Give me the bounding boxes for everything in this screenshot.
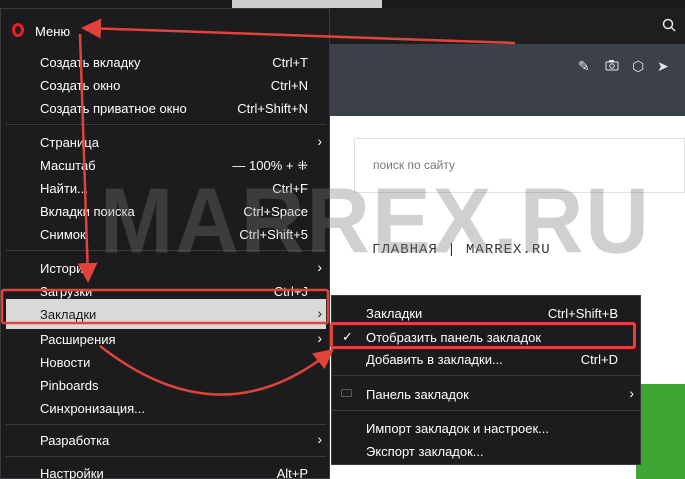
menu-item-label: Загрузки <box>40 284 93 299</box>
tab-strip <box>0 0 685 8</box>
menu-item-label: Создать вкладку <box>40 55 141 70</box>
menu-divider <box>6 456 326 457</box>
menu-item-shortcut: Ctrl+Shift+N <box>237 101 308 116</box>
chevron-right-icon: › <box>629 385 634 401</box>
shield-icon[interactable]: ⬡ <box>632 59 644 73</box>
menu-divider <box>6 250 326 251</box>
menu-item-snapshot[interactable]: Снимок Ctrl+Shift+5 <box>6 223 326 246</box>
menu-item-search-tabs[interactable]: Вкладки поиска Ctrl+Space <box>6 200 326 223</box>
menu-item-find[interactable]: Найти... Ctrl+F <box>6 177 326 200</box>
submenu-item-import[interactable]: Импорт закладок и настроек... <box>332 416 640 440</box>
menu-item-label: Масштаб <box>40 158 96 173</box>
menu-item-pinboards[interactable]: Pinboards <box>6 374 326 397</box>
menu-item-private-window[interactable]: Создать приватное окно Ctrl+Shift+N <box>6 97 326 120</box>
submenu-item-shortcut: Ctrl+Shift+B <box>547 306 618 321</box>
highlight-box <box>330 322 636 349</box>
submenu-divider <box>332 375 640 376</box>
send-icon[interactable]: ➤ <box>657 59 669 73</box>
site-search-input[interactable]: поиск по сайту <box>354 138 685 193</box>
submenu-item-export[interactable]: Экспорт закладок... <box>332 439 640 463</box>
search-icon[interactable] <box>662 18 676 34</box>
main-menu: Меню Создать вкладку Ctrl+T Создать окно C… <box>0 8 330 479</box>
submenu-item-label: Закладки <box>366 306 423 321</box>
bookmarks-submenu: Закладки Ctrl+Shift+B ✓ Отобразить панель … <box>331 295 641 465</box>
edit-icon[interactable]: ✎ <box>578 59 590 73</box>
menu-item-new-window[interactable]: Создать окно Ctrl+N <box>6 74 326 97</box>
menu-item-zoom[interactable]: Масштаб — 100% + ⁜ <box>6 154 326 177</box>
menu-header[interactable]: Меню <box>1 9 329 41</box>
menu-item-label: Синхронизация... <box>40 401 146 416</box>
menu-item-shortcut: Alt+P <box>276 466 308 479</box>
menu-item-label: Настройки <box>40 466 104 479</box>
menu-item-label: Найти... <box>40 181 88 196</box>
submenu-item-label: Добавить в закладки... <box>366 352 503 367</box>
menu-item-label: Закладки <box>40 307 97 322</box>
menu-item-shortcut: Ctrl+Shift+5 <box>239 227 308 242</box>
menu-item-extensions[interactable]: Расширения › <box>6 328 326 351</box>
menu-item-shortcut: Ctrl+N <box>270 78 308 93</box>
menu-item-label: Создать окно <box>40 78 121 93</box>
menu-item-label: История <box>40 261 91 276</box>
menu-title: Меню <box>35 24 71 39</box>
submenu-item-shortcut: Ctrl+D <box>580 352 618 367</box>
menu-item-shortcut: Ctrl+F <box>272 181 308 196</box>
menu-item-news[interactable]: Новости <box>6 351 326 374</box>
chevron-right-icon: › <box>317 330 322 346</box>
menu-item-history[interactable]: История › <box>6 257 326 280</box>
submenu-item-add-bookmark[interactable]: Добавить в закладки... Ctrl+D <box>332 347 640 371</box>
submenu-divider <box>332 410 640 411</box>
menu-item-bookmarks[interactable]: Закладки › <box>6 299 326 329</box>
chevron-right-icon: › <box>317 133 322 149</box>
tab[interactable] <box>232 0 382 8</box>
chevron-right-icon: › <box>317 431 322 447</box>
menu-item-label: Расширения <box>40 332 116 347</box>
menu-divider <box>6 124 326 125</box>
zoom-controls[interactable]: — 100% + ⁜ <box>232 158 308 174</box>
menu-item-shortcut: Ctrl+T <box>272 55 308 70</box>
menu-item-new-tab[interactable]: Создать вкладку Ctrl+T <box>6 51 326 74</box>
submenu-item-bookmarks-bar[interactable]: Панель закладок › <box>332 382 640 406</box>
menu-divider <box>6 424 326 425</box>
submenu-item-label: Экспорт закладок... <box>366 444 484 459</box>
menu-item-label: Разработка <box>40 433 110 448</box>
menu-item-sync[interactable]: Синхронизация... <box>6 397 326 420</box>
opera-logo-icon <box>12 23 24 37</box>
search-placeholder: поиск по сайту <box>373 158 455 172</box>
menu-item-shortcut: Ctrl+Space <box>243 204 308 219</box>
menu-item-label: Новости <box>40 355 91 370</box>
menu-item-developer[interactable]: Разработка › <box>6 429 326 452</box>
submenu-item-label: Панель закладок <box>366 387 469 402</box>
folder-icon <box>341 389 352 397</box>
camera-icon[interactable] <box>605 59 619 73</box>
menu-item-settings[interactable]: Настройки Alt+P <box>6 462 326 479</box>
menu-item-shortcut: Ctrl+J <box>273 284 308 299</box>
green-banner <box>636 384 685 479</box>
menu-item-label: Создать приватное окно <box>40 101 187 116</box>
submenu-item-label: Импорт закладок и настроек... <box>366 421 549 436</box>
menu-item-label: Снимок <box>40 227 86 242</box>
chevron-right-icon: › <box>317 259 322 275</box>
site-title[interactable]: ГЛАВНАЯ | MARREX.RU <box>372 242 551 258</box>
menu-item-label: Страница <box>40 135 99 150</box>
chevron-right-icon: › <box>317 305 322 321</box>
menu-item-label: Pinboards <box>40 378 99 393</box>
menu-item-page[interactable]: Страница › <box>6 131 326 154</box>
menu-item-label: Вкладки поиска <box>40 204 135 219</box>
more-icon[interactable]: ⋮ <box>680 59 685 73</box>
